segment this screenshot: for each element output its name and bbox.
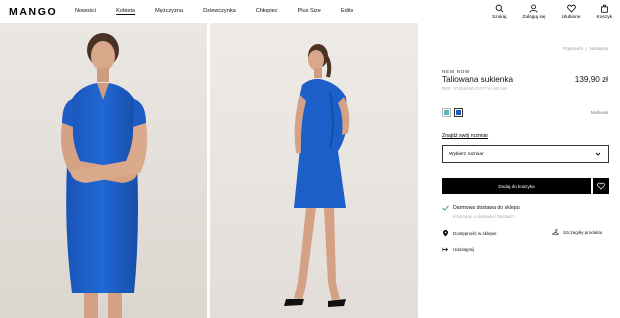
brand-logo[interactable]: MANGO [9, 6, 57, 18]
separator: | [585, 46, 587, 51]
product-price: 139,90 zł [574, 75, 608, 84]
search-label: Szukaj [491, 15, 507, 20]
nav-item-girls[interactable]: Dziewczynka [203, 8, 236, 14]
nav-item-boys[interactable]: Chłopiec [256, 8, 278, 14]
free-delivery-title: Darmowa dostawa do sklepu [453, 205, 520, 211]
free-delivery-row: Darmowa dostawa do sklepu [442, 205, 520, 211]
header-actions: Szukaj Zaloguj się Ulubione Koszyk [476, 4, 612, 20]
checkmark-icon [442, 205, 449, 211]
share-link[interactable]: Udostępnij [442, 246, 474, 253]
add-to-favorites-button[interactable] [593, 178, 609, 194]
model-side-illustration [210, 23, 418, 318]
site-header: MANGO Nowości Kobieta Mężczyzna Dziewczy… [0, 0, 620, 23]
chevron-down-icon [595, 152, 601, 156]
bag-icon [600, 4, 608, 13]
color-swatch-teal[interactable] [442, 108, 451, 117]
previous-link[interactable]: Poprzedni [563, 46, 582, 51]
search-icon [495, 4, 504, 13]
cart-label: Koszyk [596, 15, 612, 20]
heart-icon [566, 4, 576, 13]
product-info-panel: Poprzedni | Następny NEW NOW Taliowana suk… [418, 23, 620, 318]
size-select[interactable]: Wybierz rozmiar [442, 145, 609, 163]
next-link[interactable]: Następny [590, 46, 608, 51]
favorites-button[interactable]: Ulubione [562, 4, 581, 20]
color-swatch-blue[interactable] [454, 108, 463, 117]
delivery-info-link[interactable]: Informacje o dostawie i zwrotach [453, 214, 514, 219]
color-swatches [442, 108, 463, 117]
login-button[interactable]: Zaloguj się [522, 4, 546, 20]
favorites-label: Ulubione [561, 15, 581, 20]
nav-item-edits[interactable]: Edits [341, 8, 353, 14]
product-photo-side[interactable] [210, 23, 418, 318]
model-front-illustration [0, 23, 207, 318]
product-pagination: Poprzedni | Następny [563, 46, 608, 51]
location-pin-icon [443, 230, 448, 237]
main-nav: Nowości Kobieta Mężczyzna Dziewczynka Ch… [75, 8, 373, 14]
login-label: Zaloguj się [522, 15, 546, 20]
heart-icon [597, 182, 605, 190]
hanger-icon [552, 229, 559, 235]
user-icon [529, 4, 538, 13]
store-availability-link[interactable]: Dostępność w sklepie [442, 230, 497, 237]
add-to-cart-button[interactable]: Dodaj do koszyka [442, 178, 591, 194]
nav-item-plus-size[interactable]: Plus Size [298, 8, 321, 14]
product-reference: REF. 67005000-COTTAI-MLAM [442, 86, 507, 91]
product-photo-front[interactable] [0, 23, 207, 318]
store-availability-label: Dostępność w sklepie [453, 231, 497, 236]
size-guide-link[interactable]: Znajdź swój rozmiar [442, 133, 488, 139]
nav-item-men[interactable]: Mężczyzna [155, 8, 183, 14]
product-details-label: Szczegóły produktu [563, 230, 603, 235]
share-label: Udostępnij [453, 247, 475, 252]
nav-item-new[interactable]: Nowości [75, 8, 96, 14]
search-button[interactable]: Szukaj [492, 4, 506, 20]
product-title: Taliowana sukienka [442, 75, 513, 84]
size-select-placeholder: Wybierz rozmiar [449, 152, 484, 157]
new-now-badge: NEW NOW [442, 69, 470, 74]
product-details-link[interactable]: Szczegóły produktu [552, 229, 602, 236]
cart-button[interactable]: Koszyk [597, 4, 612, 20]
share-icon [442, 247, 449, 252]
selected-color-name: Niebieski [590, 110, 608, 115]
nav-item-women[interactable]: Kobieta [116, 8, 135, 14]
